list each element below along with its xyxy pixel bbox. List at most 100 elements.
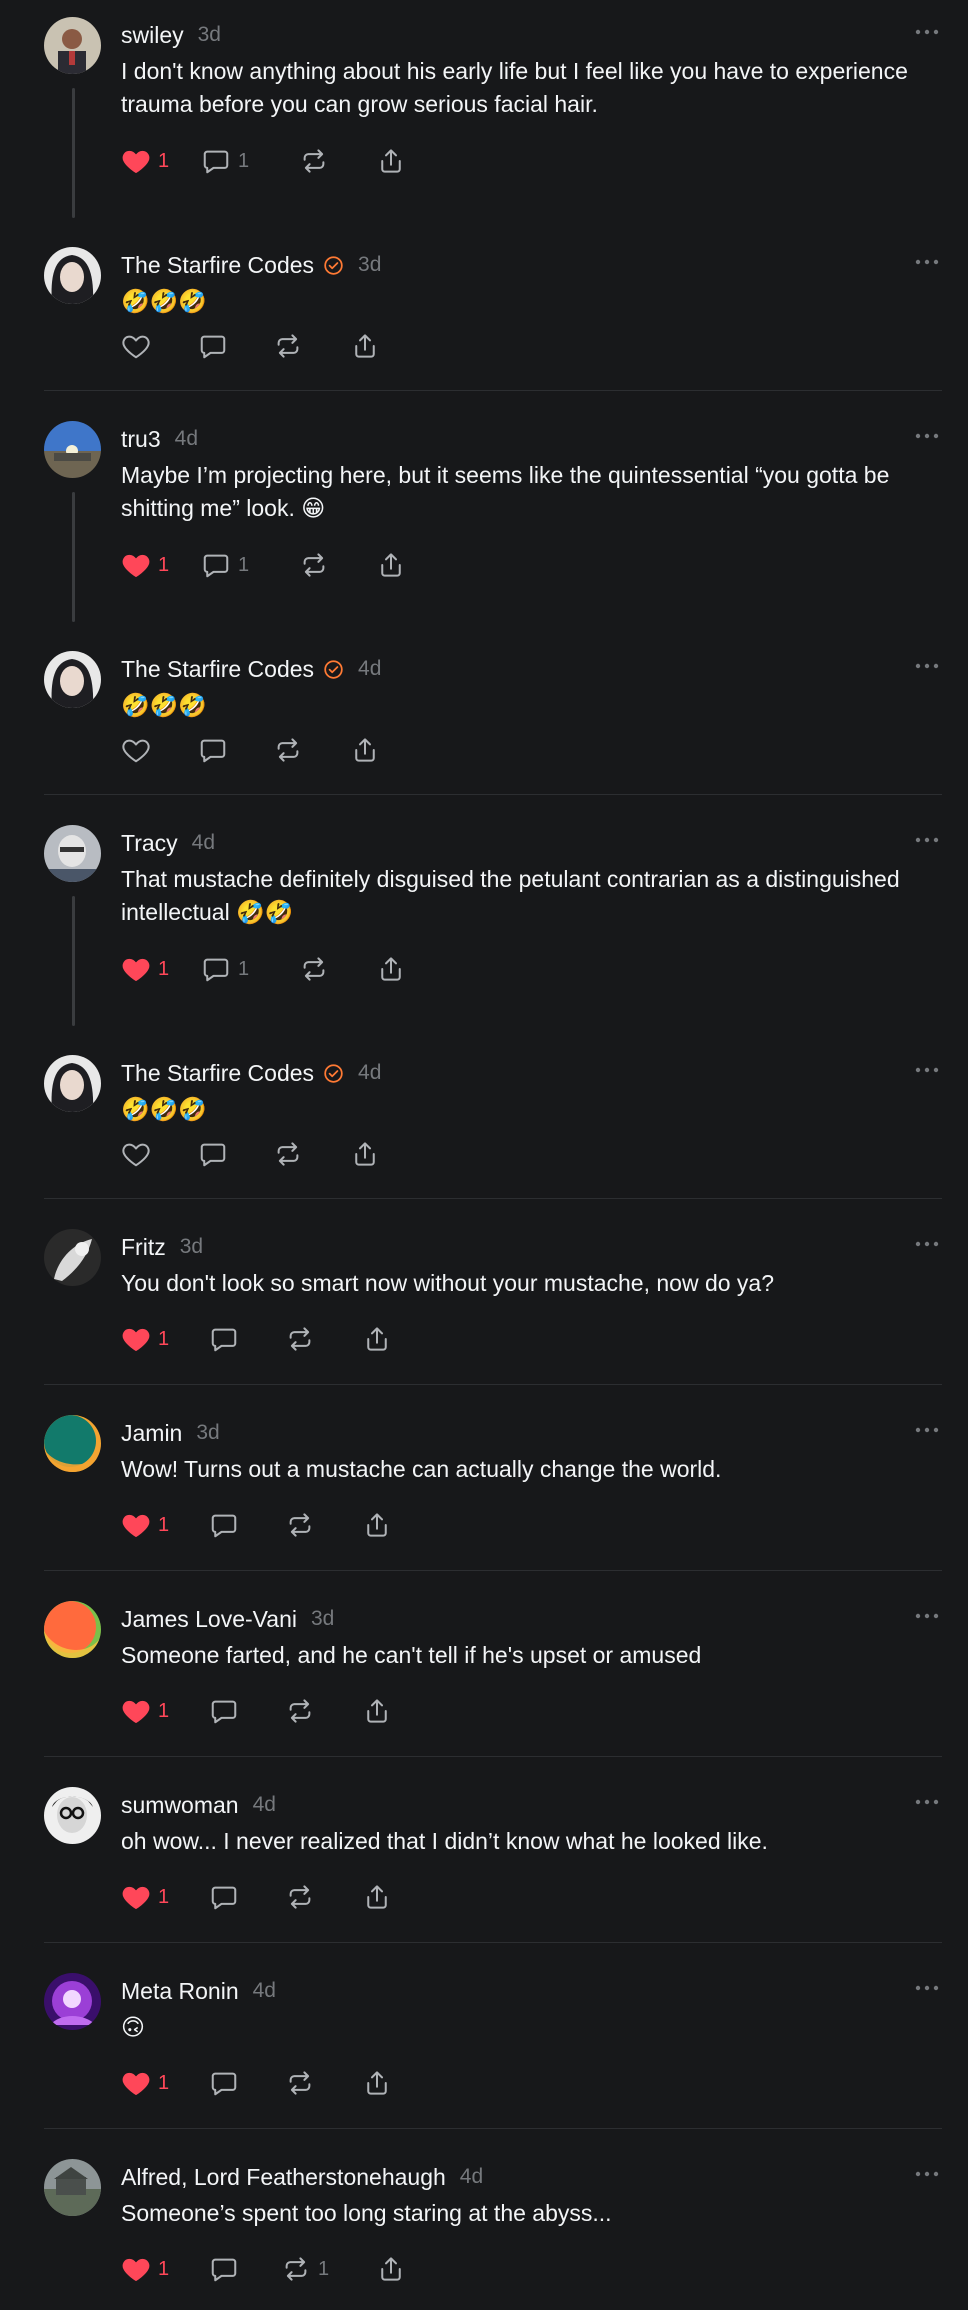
like-button[interactable]: 1 xyxy=(121,1508,169,1542)
avatar[interactable] xyxy=(44,825,101,882)
share-button[interactable] xyxy=(362,1880,392,1914)
more-options-icon[interactable] xyxy=(913,430,941,442)
username[interactable]: Fritz xyxy=(121,1234,166,1261)
reply-button[interactable] xyxy=(198,329,228,363)
like-button[interactable] xyxy=(121,733,151,767)
like-button[interactable]: 1 xyxy=(121,952,169,986)
like-button[interactable]: 1 xyxy=(121,1694,169,1728)
avatar[interactable] xyxy=(44,1973,101,2030)
avatar[interactable] xyxy=(44,651,101,708)
share-button[interactable] xyxy=(362,1322,392,1356)
heart-filled-icon xyxy=(121,146,151,176)
repost-button[interactable] xyxy=(285,1880,315,1914)
heart-icon xyxy=(121,1139,151,1169)
reply-button[interactable]: 1 xyxy=(201,144,249,178)
share-button[interactable] xyxy=(362,2066,392,2100)
like-button[interactable]: 1 xyxy=(121,2066,169,2100)
more-options-icon[interactable] xyxy=(913,256,941,268)
repost-button[interactable] xyxy=(285,1508,315,1542)
username[interactable]: Meta Ronin xyxy=(121,1978,239,2005)
share-icon xyxy=(376,550,406,580)
like-button[interactable]: 1 xyxy=(121,1880,169,1914)
share-button[interactable] xyxy=(350,329,380,363)
more-options-icon[interactable] xyxy=(913,2168,941,2180)
repost-button[interactable]: 1 xyxy=(281,2252,329,2286)
post-text: Maybe I’m projecting here, but it seems … xyxy=(121,462,890,521)
like-button[interactable]: 1 xyxy=(121,1322,169,1356)
username[interactable]: The Starfire Codes xyxy=(121,1060,314,1087)
repost-button[interactable] xyxy=(273,1137,303,1171)
like-button[interactable] xyxy=(121,1137,151,1171)
like-button[interactable]: 1 xyxy=(121,548,169,582)
reply-button[interactable] xyxy=(209,2066,239,2100)
reply-button[interactable] xyxy=(209,1880,239,1914)
share-button[interactable] xyxy=(350,733,380,767)
post-text: Someone farted, and he can't tell if he'… xyxy=(121,1642,702,1668)
divider xyxy=(44,1198,942,1199)
repost-count: 1 xyxy=(318,2257,330,2280)
more-options-icon[interactable] xyxy=(913,1238,941,1250)
avatar[interactable] xyxy=(44,1055,101,1112)
more-options-icon[interactable] xyxy=(913,1064,941,1076)
repost-button[interactable] xyxy=(285,1322,315,1356)
reply-count: 1 xyxy=(238,149,250,172)
more-options-icon[interactable] xyxy=(913,1610,941,1622)
avatar[interactable] xyxy=(44,1415,101,1472)
like-button[interactable]: 1 xyxy=(121,2252,169,2286)
reply-button[interactable] xyxy=(198,733,228,767)
username[interactable]: sumwoman xyxy=(121,1792,239,1819)
share-button[interactable] xyxy=(362,1694,392,1728)
share-button[interactable] xyxy=(376,144,406,178)
repost-button[interactable] xyxy=(285,1694,315,1728)
username[interactable]: The Starfire Codes xyxy=(121,656,314,683)
more-options-icon[interactable] xyxy=(913,1982,941,1994)
repost-button[interactable] xyxy=(299,548,329,582)
avatar[interactable] xyxy=(44,1229,101,1286)
like-button[interactable]: 1 xyxy=(121,144,169,178)
avatar[interactable] xyxy=(44,2159,101,2216)
avatar[interactable] xyxy=(44,247,101,304)
username[interactable]: Alfred, Lord Featherstonehaugh xyxy=(121,2164,446,2191)
divider xyxy=(44,1570,942,1571)
username[interactable]: tru3 xyxy=(121,426,161,453)
share-button[interactable] xyxy=(376,548,406,582)
repost-button[interactable] xyxy=(273,329,303,363)
username[interactable]: The Starfire Codes xyxy=(121,252,314,279)
repost-button[interactable] xyxy=(285,2066,315,2100)
reply-button[interactable]: 1 xyxy=(201,548,249,582)
post-time: 4d xyxy=(358,1061,382,1084)
reply-button[interactable] xyxy=(209,1322,239,1356)
comment-icon xyxy=(209,2068,239,2098)
reply-button[interactable] xyxy=(209,2252,239,2286)
avatar[interactable] xyxy=(44,1787,101,1844)
more-options-icon[interactable] xyxy=(913,26,941,38)
more-options-icon[interactable] xyxy=(913,1796,941,1808)
reply-button[interactable] xyxy=(198,1137,228,1171)
reply-button[interactable] xyxy=(209,1508,239,1542)
more-options-icon[interactable] xyxy=(913,660,941,672)
avatar[interactable] xyxy=(44,1601,101,1658)
username[interactable]: swiley xyxy=(121,22,184,49)
username[interactable]: Tracy xyxy=(121,830,178,857)
more-options-icon[interactable] xyxy=(913,1424,941,1436)
share-button[interactable] xyxy=(376,2252,406,2286)
share-button[interactable] xyxy=(350,1137,380,1171)
avatar[interactable] xyxy=(44,421,101,478)
share-icon xyxy=(350,1139,380,1169)
repost-button[interactable] xyxy=(299,144,329,178)
comment-icon xyxy=(209,1696,239,1726)
share-button[interactable] xyxy=(376,952,406,986)
thread-line xyxy=(72,88,75,218)
username[interactable]: Jamin xyxy=(121,1420,182,1447)
like-button[interactable] xyxy=(121,329,151,363)
repost-button[interactable] xyxy=(273,733,303,767)
reply-button[interactable]: 1 xyxy=(201,952,249,986)
heart-filled-icon xyxy=(121,1882,151,1912)
more-options-icon[interactable] xyxy=(913,834,941,846)
share-button[interactable] xyxy=(362,1508,392,1542)
username[interactable]: James Love-Vani xyxy=(121,1606,297,1633)
repost-button[interactable] xyxy=(299,952,329,986)
repost-icon xyxy=(285,1696,315,1726)
avatar[interactable] xyxy=(44,17,101,74)
reply-button[interactable] xyxy=(209,1694,239,1728)
